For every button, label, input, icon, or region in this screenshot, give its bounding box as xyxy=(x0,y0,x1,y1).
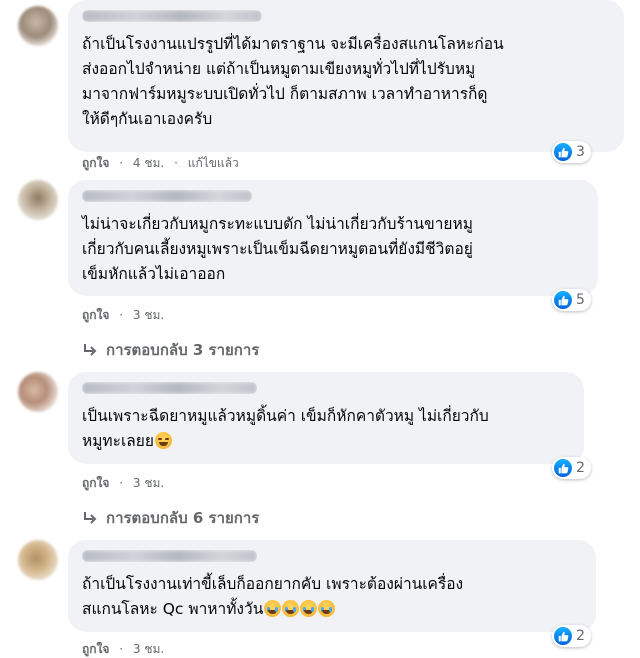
timestamp[interactable]: 4 ชม. xyxy=(133,156,164,170)
comment-bubble: ไม่น่าจะเกี่ยวกับหมูกระทะแบบตัก ไม่น่าเก… xyxy=(68,180,598,296)
author-name-blurred[interactable] xyxy=(82,190,252,202)
pleading-face-emoji xyxy=(154,432,172,449)
view-replies-label: การตอบกลับ 3 รายการ xyxy=(106,341,260,359)
avatar[interactable] xyxy=(18,372,58,412)
reaction-count: 2 xyxy=(576,628,585,644)
author-name-blurred[interactable] xyxy=(82,10,262,22)
comment-meta: ถูกใจ · 3 ชม. xyxy=(82,640,170,658)
view-replies-link[interactable]: การตอบกลับ 6 รายการ xyxy=(82,506,259,530)
tears-of-joy-emoji xyxy=(264,600,282,617)
edited-label: แก้ไขแล้ว xyxy=(187,156,239,170)
separator: · xyxy=(174,156,178,170)
comment-bubble: เป็นเพราะฉีดยาหมูแล้วหมูดิ้นค่า เข็มก็หั… xyxy=(68,372,584,464)
reply-arrow-icon xyxy=(84,344,97,356)
like-link[interactable]: ถูกใจ xyxy=(82,156,109,170)
tears-of-joy-emoji xyxy=(318,600,336,617)
comment-meta: ถูกใจ · 3 ชม. xyxy=(82,474,170,493)
like-link[interactable]: ถูกใจ xyxy=(82,476,109,490)
timestamp[interactable]: 3 ชม. xyxy=(133,476,164,490)
comment-text: ไม่น่าจะเกี่ยวกับหมูกระทะแบบตัก ไม่น่าเก… xyxy=(82,215,473,283)
comment-text: ถ้าเป็นโรงงานเท่าขี้เล็บก็ออกยากคับ เพรา… xyxy=(82,572,582,622)
avatar[interactable] xyxy=(18,540,58,580)
view-replies-link[interactable]: การตอบกลับ 3 รายการ xyxy=(82,338,259,362)
separator: · xyxy=(119,308,124,322)
reaction-count-badge[interactable]: 2 xyxy=(552,625,591,647)
separator: · xyxy=(119,476,124,490)
separator: · xyxy=(119,642,124,656)
comment-meta: ถูกใจ · 4 ชม. · แก้ไขแล้ว xyxy=(82,154,245,173)
thumbs-up-icon xyxy=(554,627,572,645)
author-name-blurred[interactable] xyxy=(82,550,257,562)
reaction-count: 2 xyxy=(576,460,585,476)
like-link[interactable]: ถูกใจ xyxy=(82,642,109,656)
tears-of-joy-emoji xyxy=(300,600,318,617)
comment-text: ถ้าเป็นโรงงานแปรรูปที่ได้มาตราฐาน จะมีเค… xyxy=(82,35,504,128)
comment-meta: ถูกใจ · 3 ชม. xyxy=(82,306,170,325)
comment-text: เป็นเพราะฉีดยาหมูแล้วหมูดิ้นค่า เข็มก็หั… xyxy=(82,404,570,454)
tears-of-joy-emoji xyxy=(282,600,300,617)
timestamp[interactable]: 3 ชม. xyxy=(133,642,164,656)
thumbs-up-icon xyxy=(554,143,572,161)
author-name-blurred[interactable] xyxy=(82,382,257,394)
reply-arrow-icon xyxy=(84,512,97,524)
reaction-count: 3 xyxy=(576,144,585,160)
like-link[interactable]: ถูกใจ xyxy=(82,308,109,322)
avatar[interactable] xyxy=(18,180,58,220)
separator: · xyxy=(119,156,124,170)
avatar[interactable] xyxy=(18,6,58,46)
view-replies-label: การตอบกลับ 6 รายการ xyxy=(106,509,260,527)
comment-bubble: ถ้าเป็นโรงงานเท่าขี้เล็บก็ออกยากคับ เพรา… xyxy=(68,540,596,632)
reaction-count-badge[interactable]: 2 xyxy=(552,457,591,479)
thumbs-up-icon xyxy=(554,291,572,309)
thumbs-up-icon xyxy=(554,459,572,477)
timestamp[interactable]: 3 ชม. xyxy=(133,308,164,322)
reaction-count-badge[interactable]: 5 xyxy=(552,289,591,311)
comment-bubble: ถ้าเป็นโรงงานแปรรูปที่ได้มาตราฐาน จะมีเค… xyxy=(68,0,624,152)
reaction-count-badge[interactable]: 3 xyxy=(552,141,591,163)
reaction-count: 5 xyxy=(576,292,585,308)
comment-text-body: เป็นเพราะฉีดยาหมูแล้วหมูดิ้นค่า เข็มก็หั… xyxy=(82,407,489,450)
